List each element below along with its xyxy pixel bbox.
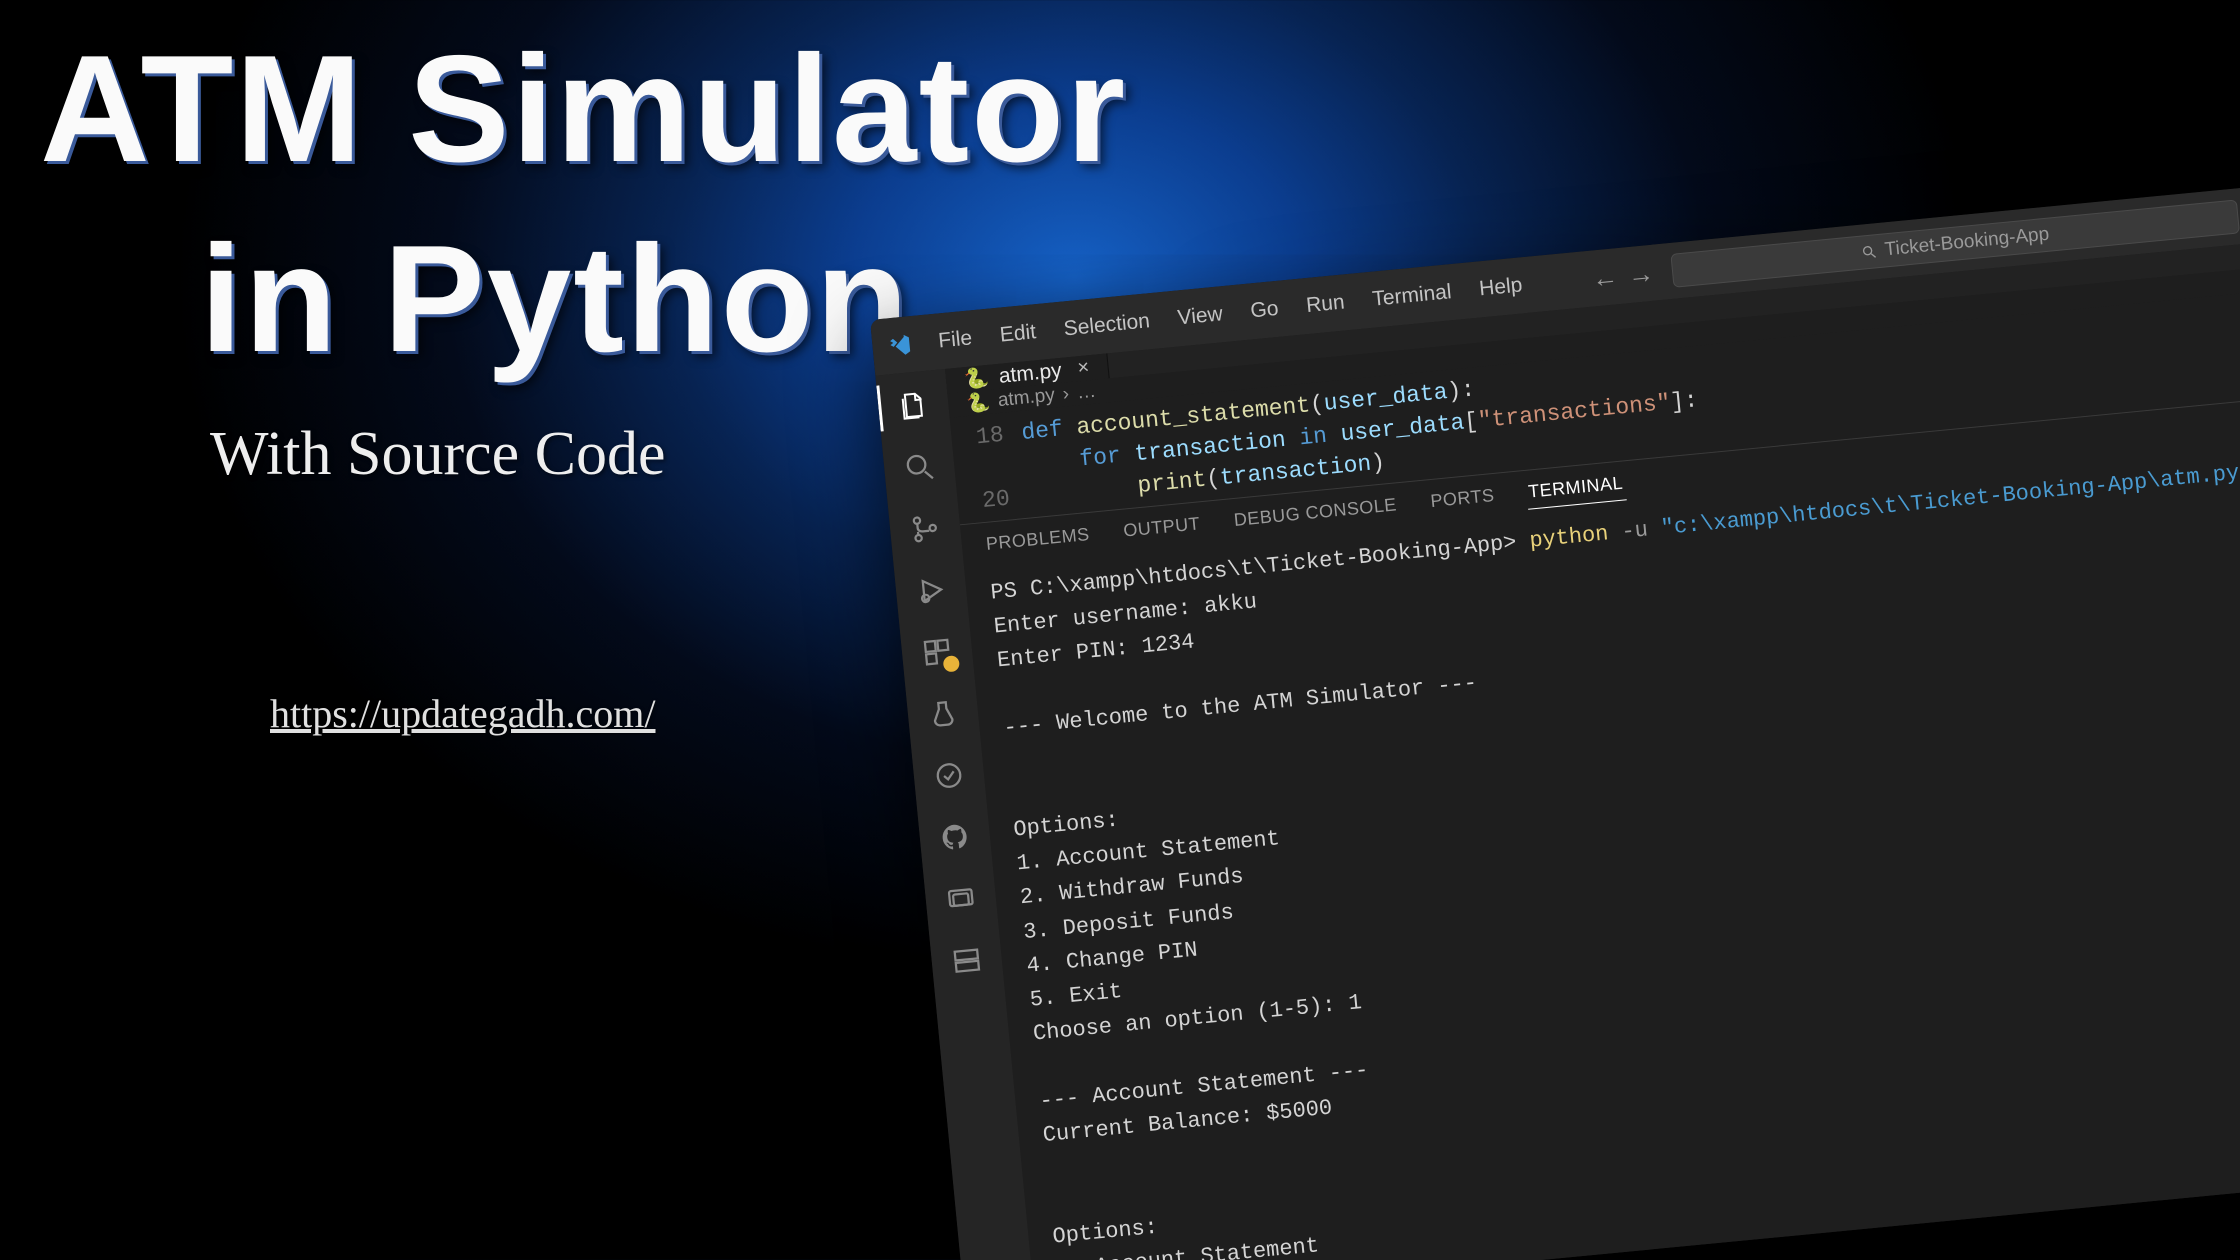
run-debug-icon[interactable]: [913, 572, 950, 609]
menu-file[interactable]: File: [925, 321, 986, 358]
vscode-window: File Edit Selection View Go Run Terminal…: [870, 186, 2240, 1260]
python-file-icon: 🐍: [965, 390, 991, 416]
menu-go[interactable]: Go: [1237, 292, 1292, 329]
search-placeholder: Ticket-Booking-App: [1884, 224, 2050, 262]
panel-tab-problems[interactable]: PROBLEMS: [982, 518, 1093, 561]
explorer-icon[interactable]: [895, 387, 932, 424]
hero-link[interactable]: https://updategadh.com/: [270, 690, 656, 737]
menu-run[interactable]: Run: [1293, 285, 1358, 323]
menu-help[interactable]: Help: [1466, 268, 1536, 306]
python-file-icon: 🐍: [963, 365, 990, 392]
extensions-update-badge: [943, 655, 960, 672]
nav-back-icon[interactable]: ←: [1591, 261, 1620, 294]
live-share-icon[interactable]: [942, 880, 979, 917]
menu-terminal[interactable]: Terminal: [1359, 275, 1465, 317]
menu-view[interactable]: View: [1164, 297, 1236, 335]
breadcrumb-sep: ›: [1062, 383, 1070, 406]
terminal-output[interactable]: PS C:\xampp\htdocs\t\Ticket-Booking-App>…: [964, 441, 2240, 1260]
nav-forward-icon[interactable]: →: [1626, 257, 1655, 290]
breadcrumb-more: …: [1076, 381, 1097, 405]
search-icon[interactable]: [901, 448, 938, 485]
bottom-panel: PROBLEMSOUTPUTDEBUG CONSOLEPORTSTERMINAL…: [960, 396, 2240, 1260]
line-number: 20: [956, 481, 1029, 520]
panel-tab-output[interactable]: OUTPUT: [1120, 507, 1204, 548]
search-icon: [1860, 243, 1877, 260]
source-control-icon[interactable]: [907, 510, 944, 547]
panel-tab-terminal[interactable]: TERMINAL: [1525, 466, 1627, 509]
github-icon[interactable]: [936, 819, 973, 856]
testing-icon[interactable]: [925, 695, 962, 732]
extensions-icon[interactable]: [919, 634, 956, 671]
panel-tab-ports[interactable]: PORTS: [1427, 479, 1498, 518]
menu-selection[interactable]: Selection: [1050, 304, 1163, 346]
editor-area: 🐍 atm.py × 🐍 atm.py › … 18def account_st…: [945, 242, 2240, 1260]
vscode-logo-icon: [885, 331, 913, 359]
hero-title-line1: ATM Simulator: [40, 30, 1127, 190]
tab-close-icon[interactable]: ×: [1076, 356, 1090, 380]
menu-edit[interactable]: Edit: [986, 315, 1049, 353]
remote-icon[interactable]: [930, 757, 967, 794]
settings-icon[interactable]: [948, 942, 985, 979]
